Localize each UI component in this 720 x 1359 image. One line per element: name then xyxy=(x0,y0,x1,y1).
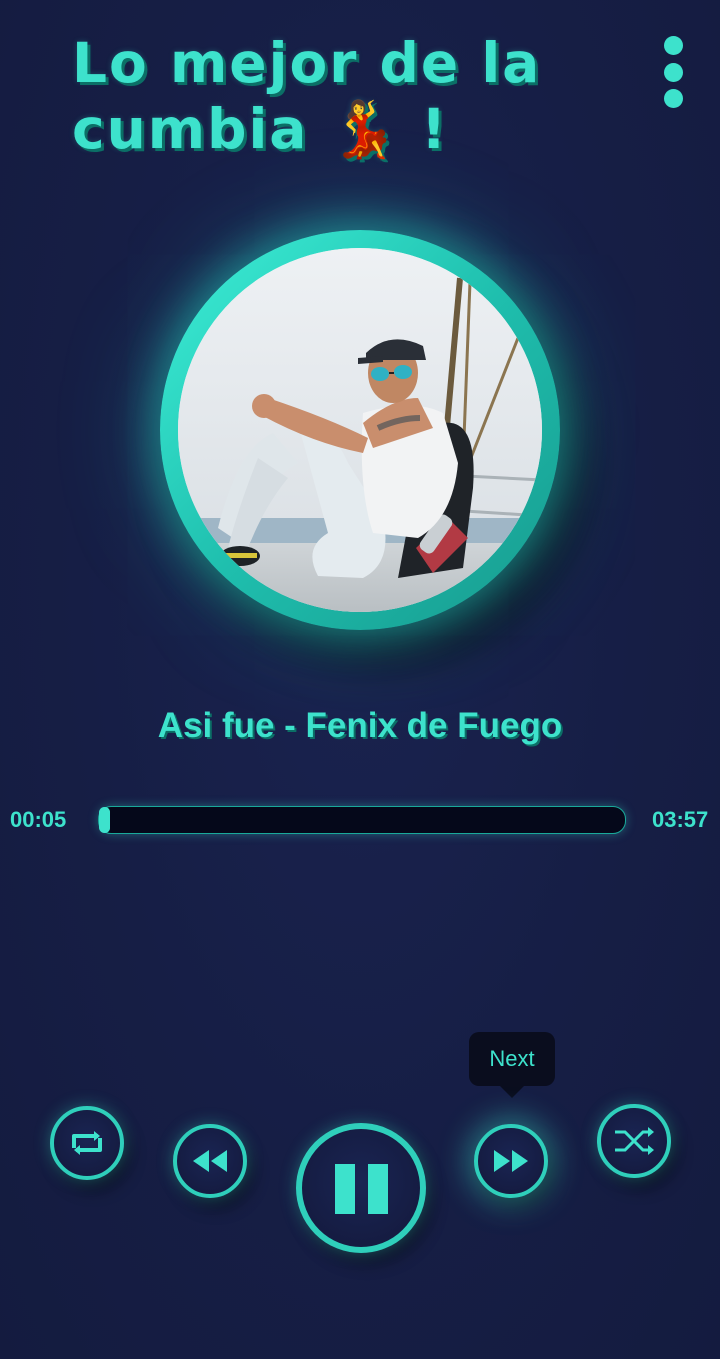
next-button[interactable] xyxy=(474,1124,548,1198)
current-time: 00:05 xyxy=(10,807,67,832)
more-vertical-icon xyxy=(664,36,683,55)
song-title: Asi fue - Fenix de Fuego xyxy=(157,706,563,745)
player-screen: Lo mejor de la cumbia 💃 ! Asi fue - Feni… xyxy=(0,0,720,1359)
album-art xyxy=(178,248,542,612)
pause-icon xyxy=(335,1164,388,1214)
album-cover-photo xyxy=(178,248,542,612)
rewind-icon xyxy=(193,1150,227,1172)
tooltip-arrow xyxy=(500,1086,524,1098)
previous-button[interactable] xyxy=(173,1124,247,1198)
more-options-button[interactable] xyxy=(652,34,696,110)
repeat-button[interactable] xyxy=(50,1106,124,1180)
fast-forward-icon xyxy=(494,1150,528,1172)
shuffle-icon xyxy=(615,1127,654,1155)
page-title: Lo mejor de la cumbia 💃 ! xyxy=(72,31,542,161)
more-vertical-icon-dot-3 xyxy=(664,89,683,108)
total-time: 03:57 xyxy=(652,807,709,832)
progress-slider[interactable] xyxy=(98,806,626,834)
progress-thumb[interactable] xyxy=(99,807,110,833)
shuffle-button[interactable] xyxy=(597,1104,671,1178)
more-vertical-icon-dot-2 xyxy=(664,63,683,82)
next-tooltip: Next xyxy=(469,1032,555,1086)
repeat-icon xyxy=(72,1131,102,1155)
play-pause-button[interactable] xyxy=(296,1123,426,1253)
